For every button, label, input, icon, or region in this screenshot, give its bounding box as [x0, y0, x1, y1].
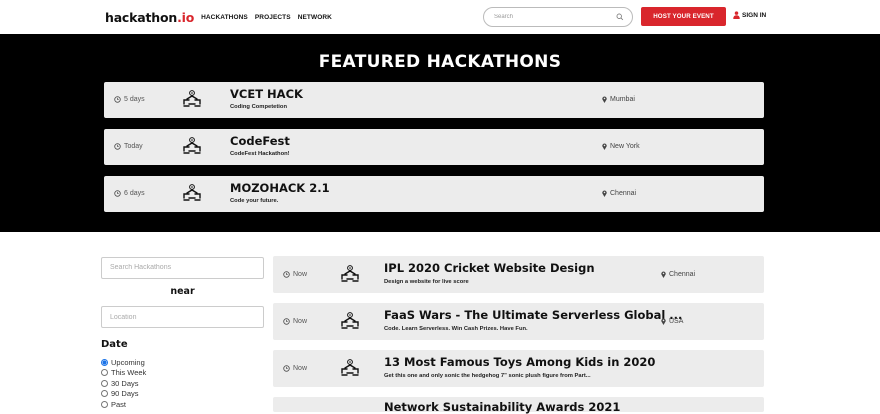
nav-search-box	[483, 7, 633, 27]
date-radio-30-days[interactable]	[101, 379, 108, 387]
event-tagline: Design a website for live score	[384, 279, 469, 285]
nav-search-input[interactable]	[494, 14, 614, 20]
hackathon-list-item[interactable]: Now 13 Most Famous Toys Among Kids in 20…	[273, 350, 764, 387]
clock-icon	[114, 96, 121, 103]
date-filter-heading: Date	[101, 339, 128, 350]
event-title[interactable]: MOZOHACK 2.1	[230, 181, 330, 195]
event-location: Chennai	[661, 271, 695, 278]
event-title[interactable]: FaaS Wars - The Ultimate Serverless Glob…	[384, 308, 682, 322]
hackathon-logo-icon	[341, 312, 359, 329]
hackathon-list-item[interactable]: Network Sustainability Awards 2021	[273, 397, 764, 414]
map-pin-icon	[661, 271, 666, 278]
sign-in-link[interactable]: SIGN IN	[733, 11, 766, 19]
hackathon-logo-icon	[183, 184, 201, 201]
event-title[interactable]: 13 Most Famous Toys Among Kids in 2020	[384, 355, 655, 369]
date-option-upcoming[interactable]: Upcoming	[101, 357, 264, 368]
clock-icon	[114, 143, 121, 150]
nav-link-network[interactable]: NETWORK	[298, 14, 332, 21]
top-navbar: hackathon.io HACKATHONS PROJECTS NETWORK…	[0, 0, 880, 34]
nav-link-hackathons[interactable]: HACKATHONS	[201, 14, 248, 21]
map-pin-icon	[661, 318, 666, 325]
event-time: 5 days	[114, 96, 145, 103]
user-icon	[733, 11, 740, 19]
nav-link-projects[interactable]: PROJECTS	[255, 14, 291, 21]
date-radio-past[interactable]	[101, 400, 108, 408]
clock-icon	[283, 271, 290, 278]
clock-icon	[283, 365, 290, 372]
map-pin-icon	[602, 96, 607, 103]
event-tagline: Coding Competetion	[230, 104, 287, 110]
hackathon-logo-icon	[341, 359, 359, 376]
event-location: Chennai	[602, 190, 636, 197]
featured-card[interactable]: Today CodeFest CodeFest Hackathon! New Y…	[104, 129, 764, 165]
date-option-this-week[interactable]: This Week	[101, 368, 264, 379]
search-icon[interactable]	[616, 13, 624, 21]
clock-icon	[114, 190, 121, 197]
near-label: near	[170, 285, 195, 297]
date-radio-this-week[interactable]	[101, 369, 108, 377]
site-logo[interactable]: hackathon.io	[105, 10, 194, 25]
map-pin-icon	[602, 190, 607, 197]
event-location: USA	[661, 318, 683, 325]
date-filter-options: Upcoming This Week 30 Days 90 Days Past	[101, 357, 264, 410]
hackathon-list-item[interactable]: Now IPL 2020 Cricket Website Design Desi…	[273, 256, 764, 293]
date-radio-upcoming[interactable]	[101, 358, 108, 366]
event-location: Mumbai	[602, 96, 635, 103]
sign-in-label: SIGN IN	[742, 11, 767, 19]
event-location: New York	[602, 143, 640, 150]
event-tagline: Code. Learn Serverless. Win Cash Prizes.…	[384, 326, 528, 332]
date-option-90-days[interactable]: 90 Days	[101, 389, 264, 400]
map-pin-icon	[602, 143, 607, 150]
date-radio-90-days[interactable]	[101, 390, 108, 398]
nav-links: HACKATHONS PROJECTS NETWORK	[201, 14, 332, 21]
filter-sidebar: near Date Upcoming This Week 30 Days 90 …	[101, 256, 264, 410]
event-title[interactable]: CodeFest	[230, 134, 290, 148]
event-tagline: CodeFest Hackathon!	[230, 151, 290, 157]
location-input[interactable]	[101, 306, 264, 328]
hackathon-logo-icon	[341, 265, 359, 282]
event-tagline: Code your future.	[230, 198, 279, 204]
hackathon-logo-icon	[183, 90, 201, 107]
featured-section: FEATURED HACKATHONS 5 days VCET HACK Cod…	[0, 34, 880, 232]
date-option-30-days[interactable]: 30 Days	[101, 378, 264, 389]
featured-title: FEATURED HACKATHONS	[318, 52, 562, 72]
event-title[interactable]: VCET HACK	[230, 87, 303, 101]
featured-card[interactable]: 5 days VCET HACK Coding Competetion Mumb…	[104, 82, 764, 118]
clock-icon	[283, 318, 290, 325]
event-time: Now	[283, 271, 307, 278]
host-event-button[interactable]: HOST YOUR EVENT	[641, 7, 726, 26]
event-tagline: Get this one and only sonic the hedgehog…	[384, 373, 591, 379]
event-title[interactable]: IPL 2020 Cricket Website Design	[384, 261, 595, 275]
event-time: Today	[114, 143, 143, 150]
date-option-past[interactable]: Past	[101, 399, 264, 410]
hackathon-search-input[interactable]	[101, 256, 264, 279]
event-time: 6 days	[114, 190, 145, 197]
featured-card[interactable]: 6 days MOZOHACK 2.1 Code your future. Ch…	[104, 176, 764, 212]
hackathon-logo-icon	[183, 137, 201, 154]
event-time: Now	[283, 318, 307, 325]
event-time: Now	[283, 365, 307, 372]
hackathon-list-item[interactable]: Now FaaS Wars - The Ultimate Serverless …	[273, 303, 764, 340]
